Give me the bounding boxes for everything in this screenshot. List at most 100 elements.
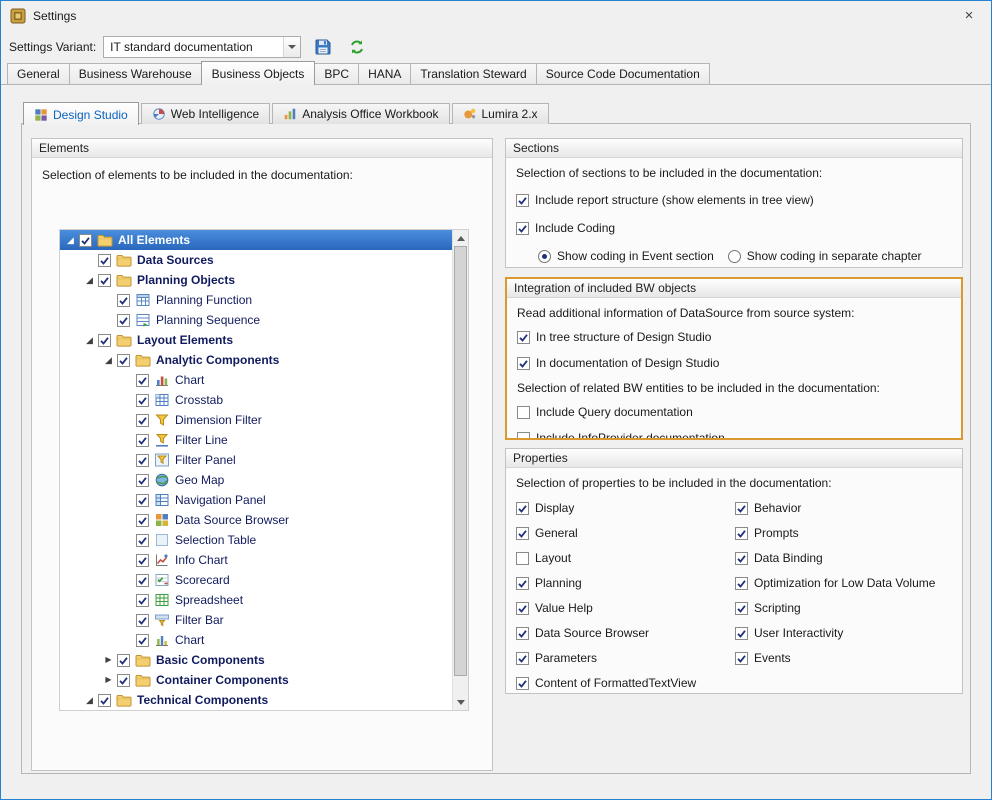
tab-bpc[interactable]: BPC bbox=[314, 63, 359, 84]
checkbox-scripting[interactable]: Scripting bbox=[735, 600, 935, 616]
checkbox-box[interactable] bbox=[136, 474, 149, 487]
checkbox-box[interactable] bbox=[117, 654, 130, 667]
checkbox-prompts[interactable]: Prompts bbox=[735, 525, 935, 541]
expand-expander-icon[interactable]: ▶ bbox=[100, 670, 117, 690]
settings-window: Settings × Settings Variant: IT standard… bbox=[0, 0, 992, 800]
collapse-expander-icon[interactable]: ◢ bbox=[81, 690, 98, 710]
tree-item-data-source-browser[interactable]: Data Source Browser bbox=[60, 510, 452, 530]
checkbox-box[interactable] bbox=[117, 674, 130, 687]
tree-item-filter-panel[interactable]: Filter Panel bbox=[60, 450, 452, 470]
tree-item-all-elements[interactable]: ◢All Elements bbox=[60, 230, 452, 250]
checkbox-box[interactable] bbox=[98, 694, 111, 707]
tree-item-planning-sequence[interactable]: Planning Sequence bbox=[60, 310, 452, 330]
tree-item-chart[interactable]: Chart bbox=[60, 370, 452, 390]
checkbox-value-help[interactable]: Value Help bbox=[516, 600, 735, 616]
tree-item-planning-function[interactable]: Planning Function bbox=[60, 290, 452, 310]
tree-item-geo-map[interactable]: Geo Map bbox=[60, 470, 452, 490]
checkbox-box[interactable] bbox=[136, 434, 149, 447]
collapse-expander-icon[interactable]: ◢ bbox=[100, 350, 117, 370]
save-button[interactable] bbox=[311, 35, 335, 59]
checkbox-box[interactable] bbox=[136, 594, 149, 607]
radio-show-coding-in-event-section[interactable]: Show coding in Event section bbox=[538, 248, 714, 264]
checkbox-box[interactable] bbox=[136, 554, 149, 567]
checkbox-box[interactable] bbox=[117, 294, 130, 307]
refresh-button[interactable] bbox=[345, 35, 369, 59]
subtab-lumira-2-x[interactable]: Lumira 2.x bbox=[452, 103, 549, 124]
checkbox-include-query-documentation[interactable]: Include Query documentation bbox=[517, 404, 951, 420]
checkbox-box[interactable] bbox=[136, 614, 149, 627]
expand-expander-icon[interactable]: ▶ bbox=[100, 650, 117, 670]
checkbox-data-binding[interactable]: Data Binding bbox=[735, 550, 935, 566]
scrollbar-thumb[interactable] bbox=[454, 246, 467, 676]
tree-scrollbar[interactable] bbox=[452, 230, 468, 710]
collapse-expander-icon[interactable]: ◢ bbox=[62, 230, 79, 250]
checkbox-box[interactable] bbox=[136, 494, 149, 507]
checkbox-content-of-formattedtextview[interactable]: Content of FormattedTextView bbox=[516, 675, 735, 691]
tree-item-scorecard[interactable]: Scorecard bbox=[60, 570, 452, 590]
subtab-analysis-office-workbook[interactable]: Analysis Office Workbook bbox=[272, 103, 449, 124]
checkbox-include-coding[interactable]: Include Coding bbox=[516, 220, 952, 236]
checkbox-box[interactable] bbox=[136, 414, 149, 427]
checkbox-box[interactable] bbox=[136, 574, 149, 587]
tree-item-spreadsheet[interactable]: Spreadsheet bbox=[60, 590, 452, 610]
checkbox-box[interactable] bbox=[79, 234, 92, 247]
tree-item-technical-components[interactable]: ◢Technical Components bbox=[60, 690, 452, 710]
tree-item-info-chart[interactable]: Info Chart bbox=[60, 550, 452, 570]
checkbox-in-tree-structure-of-design-studio[interactable]: In tree structure of Design Studio bbox=[517, 329, 951, 345]
checkbox-layout[interactable]: Layout bbox=[516, 550, 735, 566]
checkbox-parameters[interactable]: Parameters bbox=[516, 650, 735, 666]
tree-item-navigation-panel[interactable]: Navigation Panel bbox=[60, 490, 452, 510]
tab-business-objects[interactable]: Business Objects bbox=[201, 61, 316, 85]
checkbox-planning[interactable]: Planning bbox=[516, 575, 735, 591]
checkbox-box[interactable] bbox=[136, 394, 149, 407]
checkbox-box[interactable] bbox=[117, 314, 130, 327]
checkbox-optimization-for-low-data-volume[interactable]: Optimization for Low Data Volume bbox=[735, 575, 935, 591]
tree-item-label: Filter Panel bbox=[175, 453, 236, 467]
tree-item-layout-elements[interactable]: ◢Layout Elements bbox=[60, 330, 452, 350]
close-button[interactable]: × bbox=[947, 1, 991, 30]
checkbox-box[interactable] bbox=[98, 334, 111, 347]
settings-variant-select[interactable]: IT standard documentation bbox=[103, 36, 301, 58]
checkbox-include-report-structure-show-elements-in-tree-view[interactable]: Include report structure (show elements … bbox=[516, 192, 952, 208]
checkbox-in-documentation-of-design-studio[interactable]: In documentation of Design Studio bbox=[517, 355, 951, 371]
subtab-web-intelligence[interactable]: Web Intelligence bbox=[141, 103, 271, 124]
tree-item-chart[interactable]: Chart bbox=[60, 630, 452, 650]
checkbox-box[interactable] bbox=[98, 254, 111, 267]
collapse-expander-icon[interactable]: ◢ bbox=[81, 270, 98, 290]
checkbox-events[interactable]: Events bbox=[735, 650, 935, 666]
checkbox-box[interactable] bbox=[136, 534, 149, 547]
checkbox-box[interactable] bbox=[136, 374, 149, 387]
checkbox-box[interactable] bbox=[117, 354, 130, 367]
tree-item-basic-components[interactable]: ▶Basic Components bbox=[60, 650, 452, 670]
tree-item-filter-bar[interactable]: Filter Bar bbox=[60, 610, 452, 630]
chevron-down-icon[interactable] bbox=[283, 37, 300, 57]
checkbox-include-infoprovider-documentation[interactable]: Include InfoProvider documentation bbox=[517, 430, 951, 440]
subtab-design-studio[interactable]: Design Studio bbox=[23, 102, 139, 125]
collapse-expander-icon[interactable]: ◢ bbox=[81, 330, 98, 350]
tree-item-crosstab[interactable]: Crosstab bbox=[60, 390, 452, 410]
tree-item-selection-table[interactable]: Selection Table bbox=[60, 530, 452, 550]
tab-general[interactable]: General bbox=[7, 63, 70, 84]
tab-hana[interactable]: HANA bbox=[358, 63, 411, 84]
tree-item-container-components[interactable]: ▶Container Components bbox=[60, 670, 452, 690]
checkbox-box[interactable] bbox=[98, 274, 111, 287]
tab-business-warehouse[interactable]: Business Warehouse bbox=[69, 63, 202, 84]
checkbox-box[interactable] bbox=[136, 454, 149, 467]
scroll-down-button[interactable] bbox=[453, 694, 468, 710]
radio-show-coding-in-separate-chapter[interactable]: Show coding in separate chapter bbox=[728, 248, 922, 264]
scroll-up-button[interactable] bbox=[453, 230, 468, 246]
checkbox-data-source-browser[interactable]: Data Source Browser bbox=[516, 625, 735, 641]
tree-item-analytic-components[interactable]: ◢Analytic Components bbox=[60, 350, 452, 370]
tree-item-filter-line[interactable]: Filter Line bbox=[60, 430, 452, 450]
tab-source-code-documentation[interactable]: Source Code Documentation bbox=[536, 63, 710, 84]
tree-item-data-sources[interactable]: Data Sources bbox=[60, 250, 452, 270]
checkbox-user-interactivity[interactable]: User Interactivity bbox=[735, 625, 935, 641]
tab-translation-steward[interactable]: Translation Steward bbox=[410, 63, 536, 84]
checkbox-general[interactable]: General bbox=[516, 525, 735, 541]
tree-item-dimension-filter[interactable]: Dimension Filter bbox=[60, 410, 452, 430]
checkbox-display[interactable]: Display bbox=[516, 500, 735, 516]
checkbox-box[interactable] bbox=[136, 514, 149, 527]
tree-item-planning-objects[interactable]: ◢Planning Objects bbox=[60, 270, 452, 290]
checkbox-behavior[interactable]: Behavior bbox=[735, 500, 935, 516]
checkbox-box[interactable] bbox=[136, 634, 149, 647]
